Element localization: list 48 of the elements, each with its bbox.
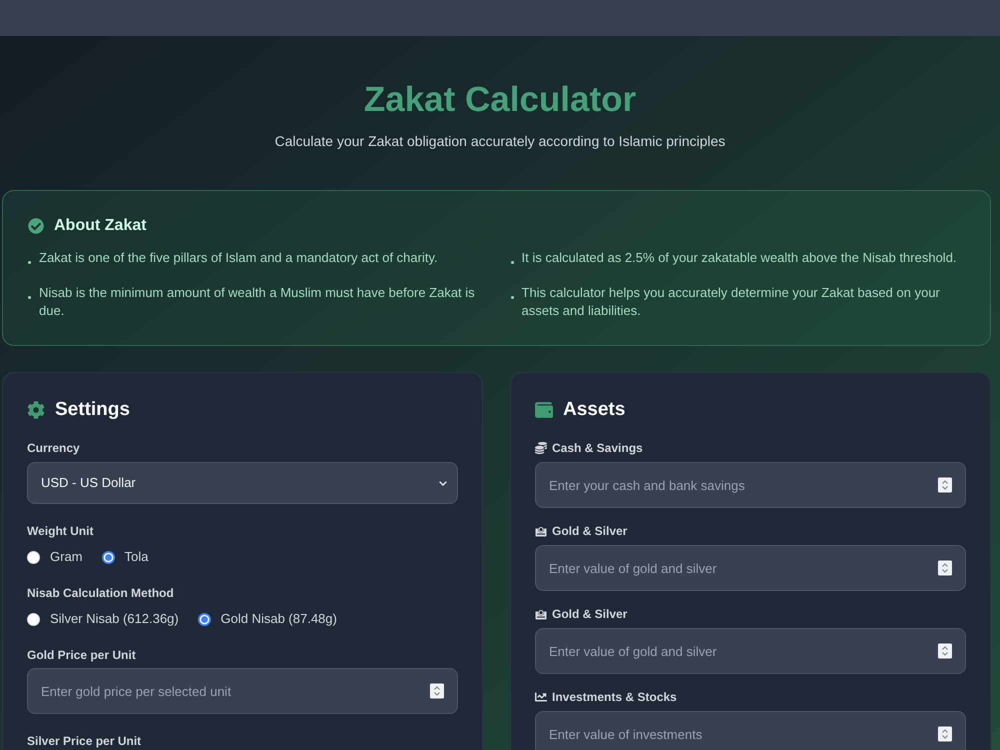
card-title: Settings [55, 398, 130, 422]
about-point: Nisab is the minimum amount of wealth a Muslim must have before Zakat is due. [39, 284, 476, 320]
card-title: Assets [563, 398, 626, 422]
amount-input[interactable]: Enter value of gold and silver [535, 628, 966, 674]
ring-box-icon [535, 608, 547, 620]
about-title: About Zakat [54, 216, 146, 236]
radio-button-icon[interactable] [27, 612, 40, 626]
radio-option[interactable]: Gram [27, 547, 82, 567]
bullet-icon [28, 296, 31, 299]
field-label: Investments & Stocks [552, 689, 677, 705]
field-label: Cash & Savings [552, 440, 643, 456]
field-label: Weight Unit [27, 523, 94, 539]
chevron-down-icon [439, 480, 447, 486]
radio-option[interactable]: Tola [102, 547, 148, 567]
amount-input[interactable]: Enter your cash and bank savings [535, 462, 966, 508]
field-label: Gold & Silver [552, 523, 628, 539]
line-chart-icon [535, 691, 547, 703]
price-input[interactable]: Enter gold price per selected unit [27, 668, 458, 714]
about-point: Zakat is one of the five pillars of Islam and a mandatory act of charity. [39, 249, 438, 267]
settings-icon [27, 401, 45, 419]
coins-icon [535, 442, 547, 454]
field-label: Currency [27, 440, 80, 456]
field-label: Gold Price per Unit [27, 647, 136, 663]
radio-option[interactable]: Silver Nisab (612.36g) [27, 609, 179, 629]
spinner-icon[interactable] [938, 726, 952, 742]
spinner-icon[interactable] [938, 478, 952, 492]
amount-input[interactable]: Enter value of investments [535, 711, 966, 750]
field-label: Gold & Silver [552, 606, 628, 622]
spinner-icon[interactable] [430, 684, 444, 698]
page-subtitle: Calculate your Zakat obligation accurately according to Islamic principles [274, 132, 726, 151]
about-point: It is calculated as 2.5% of your zakatable wealth above the Nisab threshold. [522, 249, 957, 267]
page-title: Zakat Calculator [364, 80, 636, 120]
currency-select[interactable]: USD - US Dollar [27, 462, 458, 504]
radio-button-icon[interactable] [198, 612, 211, 626]
radio-button-icon[interactable] [27, 550, 40, 564]
field-label: Silver Price per Unit [27, 733, 142, 749]
spinner-icon[interactable] [938, 560, 952, 576]
ring-box-icon [535, 525, 547, 537]
field-label: Nisab Calculation Method [27, 585, 174, 601]
spinner-icon[interactable] [938, 644, 952, 658]
radio-option[interactable]: Gold Nisab (87.48g) [198, 609, 337, 629]
bullet-icon [510, 296, 514, 299]
wallet-icon [535, 401, 553, 419]
about-point: This calculator helps you accurately determine your Zakat based on your assets and liabilities. [522, 284, 941, 320]
bullet-icon [28, 261, 31, 264]
bullet-icon [510, 261, 514, 264]
radio-button-icon[interactable] [102, 550, 114, 564]
amount-input[interactable]: Enter value of gold and silver [535, 545, 966, 591]
